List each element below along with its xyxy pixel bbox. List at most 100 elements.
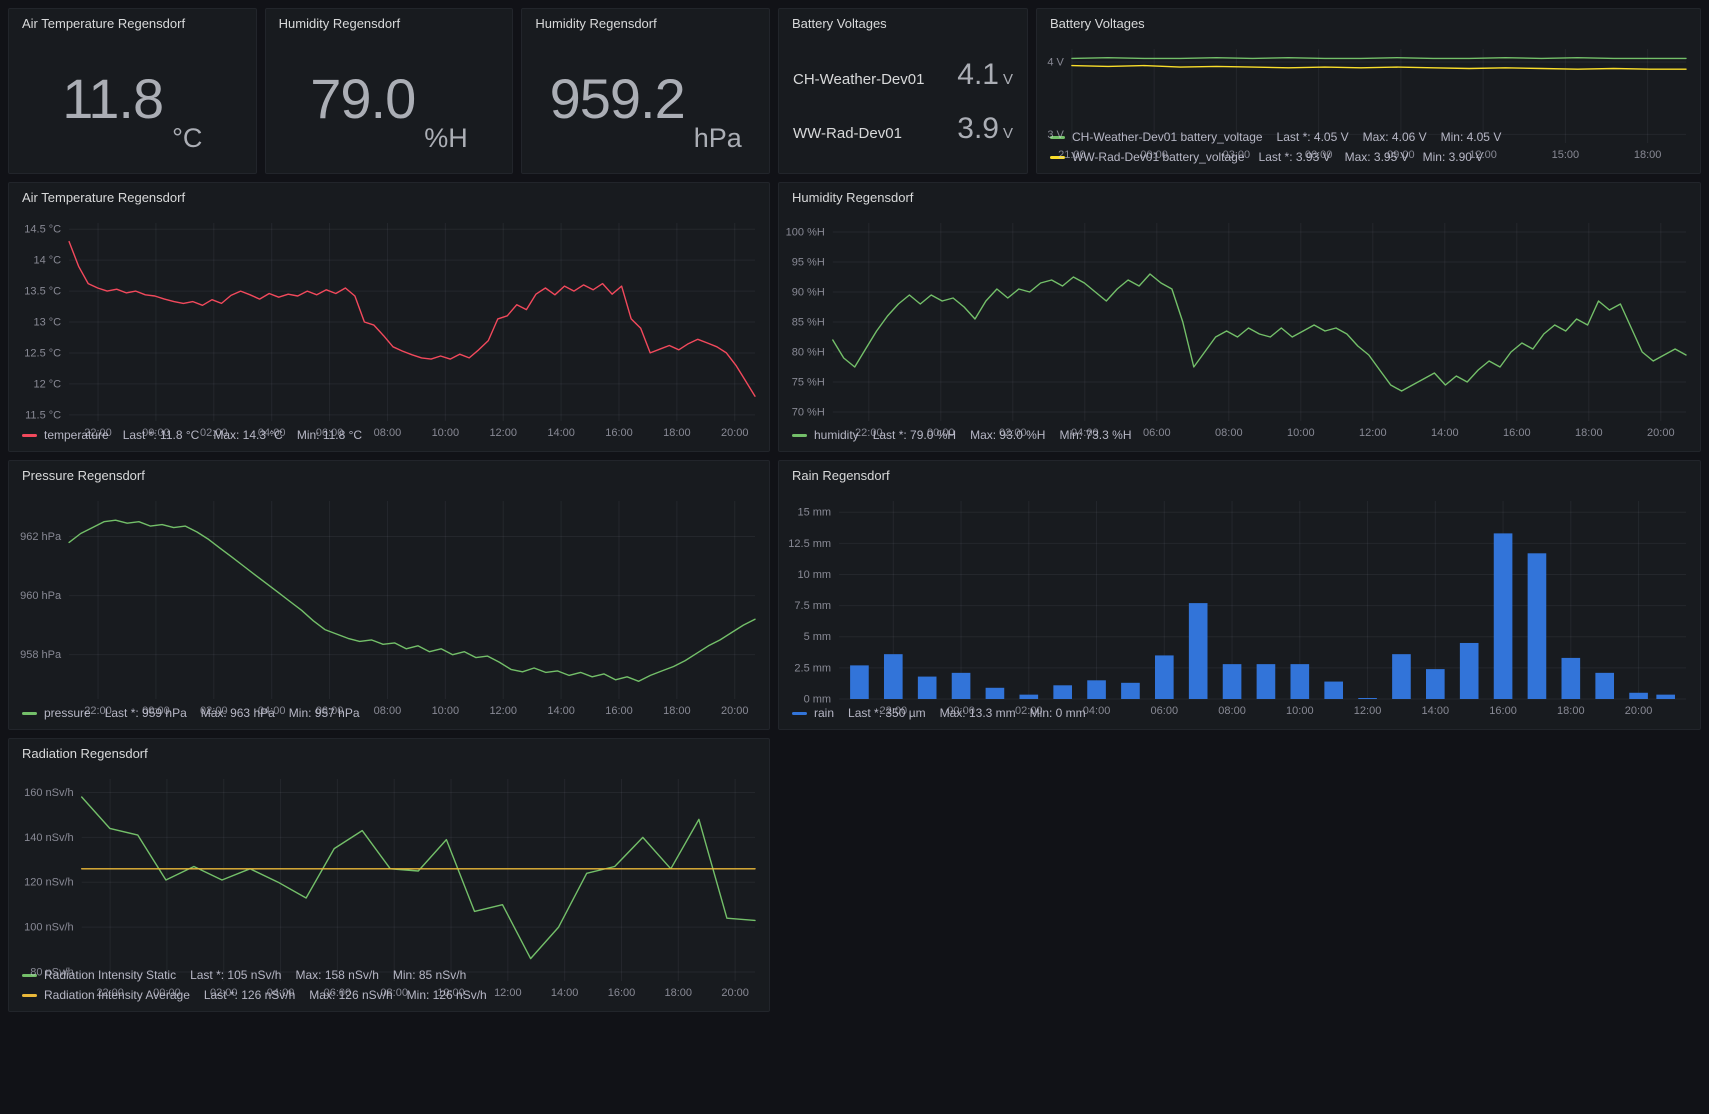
panel-graph-battery-voltages: Battery Voltages 3 V4 V21:0000:0003:0006… (1036, 8, 1701, 174)
svg-text:12.5 mm: 12.5 mm (788, 538, 831, 550)
pressure-chart[interactable]: 958 hPa960 hPa962 hPa22:0000:0002:0004:0… (9, 491, 769, 706)
svg-text:100 nSv/h: 100 nSv/h (24, 922, 74, 934)
svg-text:02:00: 02:00 (200, 427, 228, 439)
top-right-group: Battery Voltages CH-Weather-Dev01 4.1V W… (778, 8, 1701, 174)
radiation-chart[interactable]: 80 nSv/h100 nSv/h120 nSv/h140 nSv/h160 n… (9, 769, 769, 968)
svg-text:20:00: 20:00 (1625, 705, 1653, 717)
svg-text:12 °C: 12 °C (33, 378, 61, 390)
svg-text:04:00: 04:00 (267, 987, 295, 999)
svg-text:06:00: 06:00 (316, 427, 344, 439)
svg-text:10:00: 10:00 (1287, 427, 1315, 439)
panel-title-radiation-graph[interactable]: Radiation Regensdorf (9, 739, 769, 769)
svg-text:962 hPa: 962 hPa (20, 531, 62, 543)
svg-text:160 nSv/h: 160 nSv/h (24, 787, 74, 799)
svg-text:12.5 °C: 12.5 °C (24, 347, 61, 359)
panel-title-rain-graph[interactable]: Rain Regensdorf (779, 461, 1700, 491)
stat-humidity: 79.0 %H (266, 39, 513, 173)
panel-title-air-temperature-graph[interactable]: Air Temperature Regensdorf (9, 183, 769, 213)
svg-text:06:00: 06:00 (1305, 149, 1333, 161)
battery-voltages-chart[interactable]: 3 V4 V21:0000:0003:0006:0009:0012:0015:0… (1037, 39, 1700, 130)
svg-text:12:00: 12:00 (1359, 427, 1387, 439)
svg-text:16:00: 16:00 (605, 427, 633, 439)
panel-graph-rain: Rain Regensdorf 0 mm2.5 mm5 mm7.5 mm10 m… (778, 460, 1701, 730)
svg-text:13.5 °C: 13.5 °C (24, 286, 61, 298)
svg-text:12:00: 12:00 (1354, 705, 1382, 717)
svg-text:18:00: 18:00 (663, 427, 691, 439)
svg-text:06:00: 06:00 (1151, 705, 1179, 717)
svg-text:04:00: 04:00 (1071, 427, 1099, 439)
battery-unit: V (1003, 71, 1013, 88)
svg-text:18:00: 18:00 (1557, 705, 1585, 717)
svg-text:70 %H: 70 %H (792, 407, 825, 419)
svg-text:08:00: 08:00 (380, 987, 408, 999)
svg-text:16:00: 16:00 (605, 705, 633, 717)
stat-value: 11.8 (62, 71, 163, 127)
panel-title-humidity[interactable]: Humidity Regensdorf (266, 9, 513, 39)
svg-text:14 °C: 14 °C (33, 255, 61, 267)
humidity-chart[interactable]: 70 %H75 %H80 %H85 %H90 %H95 %H100 %H22:0… (779, 213, 1700, 428)
svg-text:06:00: 06:00 (1143, 427, 1171, 439)
svg-text:20:00: 20:00 (721, 705, 749, 717)
svg-text:00:00: 00:00 (153, 987, 181, 999)
svg-text:10 mm: 10 mm (797, 569, 831, 581)
battery-value-group: 3.9V (957, 112, 1013, 146)
panel-stat-air-temperature: Air Temperature Regensdorf 11.8 °C (8, 8, 257, 174)
panel-title-humidity-graph[interactable]: Humidity Regensdorf (779, 183, 1700, 213)
panel-title-air-temperature[interactable]: Air Temperature Regensdorf (9, 9, 256, 39)
battery-device-label: CH-Weather-Dev01 (793, 71, 924, 88)
svg-text:04:00: 04:00 (1083, 705, 1111, 717)
panel-stat-humidity: Humidity Regensdorf 79.0 %H (265, 8, 514, 174)
svg-text:14:00: 14:00 (547, 427, 575, 439)
svg-text:00:00: 00:00 (947, 705, 975, 717)
svg-text:06:00: 06:00 (316, 705, 344, 717)
stat-unit: hPa (694, 123, 742, 159)
svg-text:18:00: 18:00 (1634, 149, 1662, 161)
svg-text:00:00: 00:00 (142, 427, 170, 439)
panel-title-battery-stat[interactable]: Battery Voltages (779, 9, 1027, 39)
panel-title-pressure-graph[interactable]: Pressure Regensdorf (9, 461, 769, 491)
svg-text:140 nSv/h: 140 nSv/h (24, 832, 74, 844)
svg-text:08:00: 08:00 (374, 705, 402, 717)
svg-text:12:00: 12:00 (489, 427, 517, 439)
svg-text:02:00: 02:00 (200, 705, 228, 717)
svg-text:10:00: 10:00 (432, 705, 460, 717)
svg-text:16:00: 16:00 (1503, 427, 1531, 439)
svg-text:75 %H: 75 %H (792, 377, 825, 389)
svg-text:00:00: 00:00 (927, 427, 955, 439)
svg-text:12:00: 12:00 (1469, 149, 1497, 161)
svg-text:08:00: 08:00 (374, 427, 402, 439)
svg-text:08:00: 08:00 (1218, 705, 1246, 717)
battery-value: 4.1 (957, 58, 999, 91)
svg-text:20:00: 20:00 (721, 427, 749, 439)
battery-value-group: 4.1V (957, 58, 1013, 92)
svg-text:90 %H: 90 %H (792, 287, 825, 299)
rain-chart[interactable]: 0 mm2.5 mm5 mm7.5 mm10 mm12.5 mm15 mm22:… (779, 491, 1700, 706)
panel-title-battery-graph[interactable]: Battery Voltages (1037, 9, 1700, 39)
stat-value: 959.2 (550, 71, 685, 127)
svg-text:00:00: 00:00 (1140, 149, 1168, 161)
svg-text:08:00: 08:00 (1215, 427, 1243, 439)
dashboard-row-temperature-humidity: Air Temperature Regensdorf 11.5 °C12 °C1… (8, 182, 1701, 452)
panel-title-pressure[interactable]: Humidity Regensdorf (522, 9, 769, 39)
svg-text:10:00: 10:00 (1286, 705, 1314, 717)
svg-text:4 V: 4 V (1047, 57, 1064, 69)
svg-text:13 °C: 13 °C (33, 317, 61, 329)
svg-text:18:00: 18:00 (1575, 427, 1603, 439)
air-temperature-chart[interactable]: 11.5 °C12 °C12.5 °C13 °C13.5 °C14 °C14.5… (9, 213, 769, 428)
svg-text:00:00: 00:00 (142, 705, 170, 717)
battery-stat-row-ch-weather: CH-Weather-Dev01 4.1V (793, 58, 1013, 92)
svg-text:2.5 mm: 2.5 mm (794, 662, 831, 674)
stat-value: 79.0 (310, 71, 415, 127)
panel-stat-battery-voltages: Battery Voltages CH-Weather-Dev01 4.1V W… (778, 8, 1028, 174)
svg-text:02:00: 02:00 (999, 427, 1027, 439)
panel-graph-humidity: Humidity Regensdorf 70 %H75 %H80 %H85 %H… (778, 182, 1701, 452)
svg-text:95 %H: 95 %H (792, 257, 825, 269)
svg-text:960 hPa: 960 hPa (20, 590, 62, 602)
svg-text:14.5 °C: 14.5 °C (24, 224, 61, 236)
svg-text:20:00: 20:00 (1647, 427, 1675, 439)
panel-graph-pressure: Pressure Regensdorf 958 hPa960 hPa962 hP… (8, 460, 770, 730)
dashboard-row-radiation: Radiation Regensdorf 80 nSv/h100 nSv/h12… (8, 738, 1701, 1012)
svg-text:12:00: 12:00 (494, 987, 522, 999)
stat-pressure: 959.2 hPa (522, 39, 769, 173)
panel-graph-radiation: Radiation Regensdorf 80 nSv/h100 nSv/h12… (8, 738, 770, 1012)
